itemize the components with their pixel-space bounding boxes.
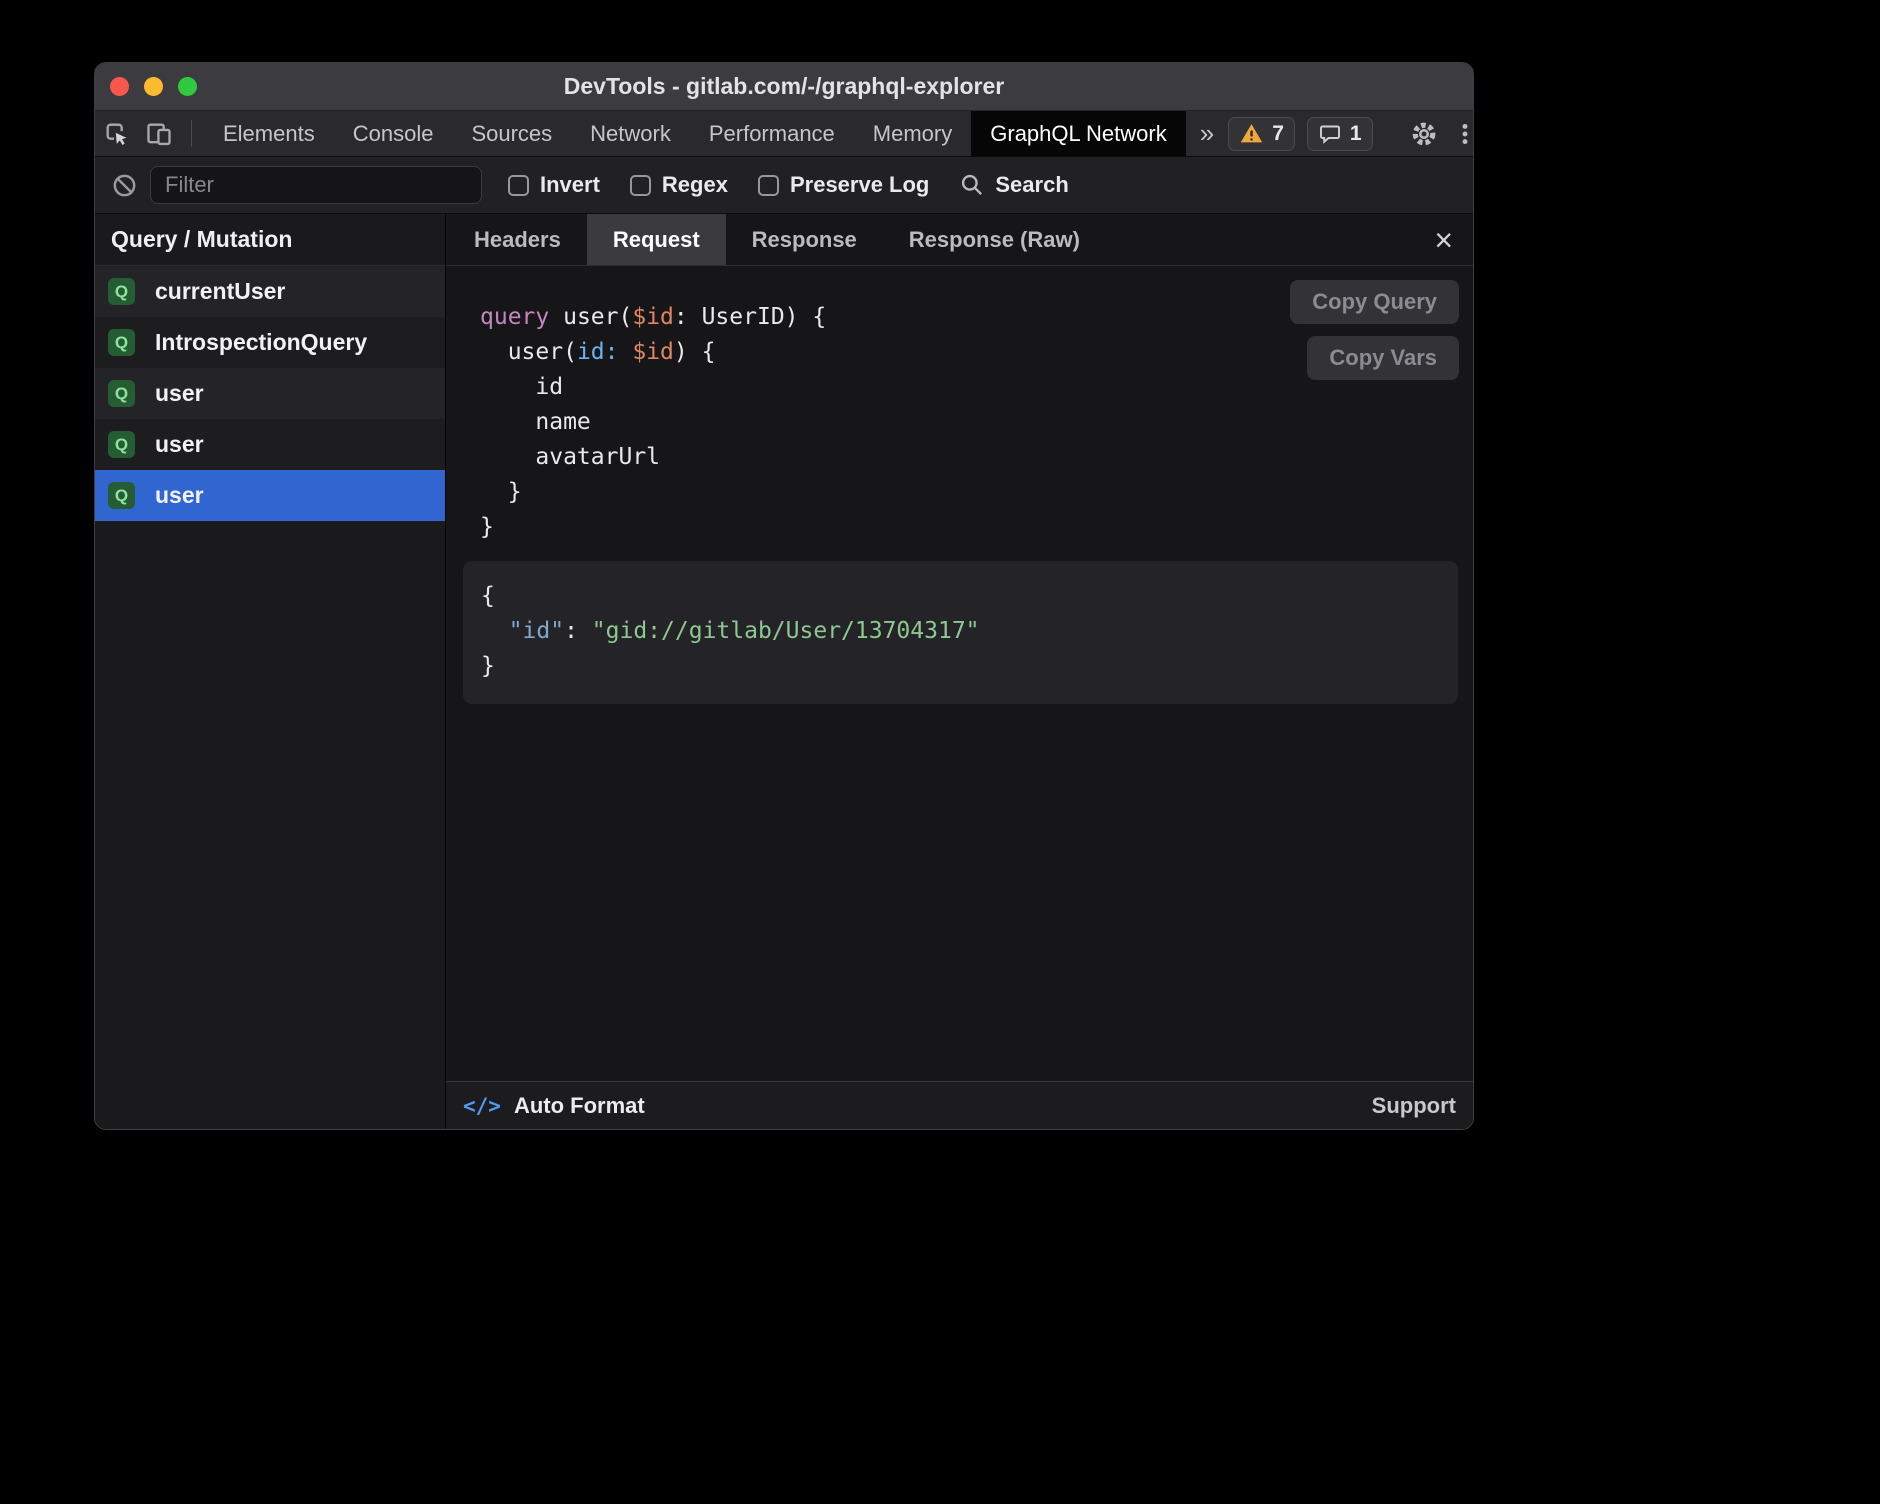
detail-panel: HeadersRequestResponseResponse (Raw) × C… <box>446 214 1473 1129</box>
tab-elements[interactable]: Elements <box>204 111 334 156</box>
request-view: Copy Query Copy Vars query user($id: Use… <box>446 266 1473 1081</box>
query-name: user <box>155 431 204 458</box>
query-sidebar: Query / Mutation QcurrentUserQIntrospect… <box>95 214 446 1129</box>
window-titlebar: DevTools - gitlab.com/-/graphql-explorer <box>95 63 1473 111</box>
copy-vars-button[interactable]: Copy Vars <box>1307 336 1459 380</box>
window-title: DevTools - gitlab.com/-/graphql-explorer <box>95 73 1473 100</box>
code-line: name <box>480 405 1458 440</box>
warning-count: 7 <box>1272 122 1284 146</box>
close-panel-icon[interactable]: × <box>1434 224 1453 256</box>
fullscreen-window-button[interactable] <box>178 77 197 96</box>
code-line: } <box>480 510 1458 545</box>
issues-badge[interactable]: 1 <box>1307 117 1373 151</box>
kebab-menu-icon[interactable] <box>1451 120 1474 148</box>
warning-triangle-icon <box>1239 122 1264 145</box>
query-list-item-3[interactable]: Quser <box>95 419 445 470</box>
checkbox-label-regex: Regex <box>662 172 728 198</box>
search-label: Search <box>995 172 1068 198</box>
minimize-window-button[interactable] <box>144 77 163 96</box>
search-control[interactable]: Search <box>959 172 1068 198</box>
query-name: IntrospectionQuery <box>155 329 367 356</box>
settings-gear-icon[interactable] <box>1409 119 1439 149</box>
copy-query-button[interactable]: Copy Query <box>1290 280 1459 324</box>
traffic-lights <box>110 63 197 110</box>
message-bubble-icon <box>1318 122 1342 146</box>
block-icon[interactable] <box>111 172 138 199</box>
copy-buttons: Copy Query Copy Vars <box>1290 280 1459 380</box>
detail-footer: </> Auto Format Support <box>446 1081 1473 1129</box>
query-name: user <box>155 482 204 509</box>
checkbox-preserve-log[interactable] <box>758 175 779 196</box>
main-split: Query / Mutation QcurrentUserQIntrospect… <box>95 214 1473 1129</box>
inspect-element-icon[interactable] <box>103 120 131 148</box>
detail-tab-response-raw[interactable]: Response (Raw) <box>883 214 1106 265</box>
tab-sources[interactable]: Sources <box>452 111 571 156</box>
toolbar-divider <box>191 120 192 147</box>
close-window-button[interactable] <box>110 77 129 96</box>
device-toolbar-icon[interactable] <box>145 120 173 148</box>
query-list: QcurrentUserQIntrospectionQueryQuserQuse… <box>95 266 445 1129</box>
filter-input[interactable] <box>150 166 482 204</box>
code-line: } <box>480 475 1458 510</box>
query-type-badge: Q <box>108 380 135 407</box>
tab-console[interactable]: Console <box>334 111 453 156</box>
tab-network[interactable]: Network <box>571 111 690 156</box>
filter-checkboxes: Invert Regex Preserve Log <box>508 172 929 198</box>
detail-tab-request[interactable]: Request <box>587 214 726 265</box>
query-name: user <box>155 380 204 407</box>
filter-bar: Invert Regex Preserve Log Search <box>95 157 1473 214</box>
request-variables-code: { "id": "gid://gitlab/User/13704317"} <box>481 579 1440 684</box>
code-line: "id": "gid://gitlab/User/13704317" <box>481 614 1440 649</box>
checkbox-group-invert[interactable]: Invert <box>508 172 600 198</box>
detail-tabs-row: HeadersRequestResponseResponse (Raw) × <box>446 214 1473 266</box>
detail-tab-response[interactable]: Response <box>726 214 883 265</box>
message-count: 1 <box>1350 122 1362 146</box>
query-list-item-1[interactable]: Q IntrospectionQuery <box>95 317 445 368</box>
query-name: currentUser <box>155 278 285 305</box>
tab-graphql-network[interactable]: GraphQL Network <box>971 111 1185 156</box>
code-line: } <box>481 649 1440 684</box>
query-type-badge: Q <box>108 482 135 509</box>
checkbox-label-preserve-log: Preserve Log <box>790 172 929 198</box>
code-line: avatarUrl <box>480 440 1458 475</box>
checkbox-group-preserve-log[interactable]: Preserve Log <box>758 172 929 198</box>
devtools-tabs: ElementsConsoleSourcesNetworkPerformance… <box>204 111 1186 156</box>
detail-tab-headers[interactable]: Headers <box>448 214 587 265</box>
toolbar-left-icons <box>95 111 204 156</box>
query-type-badge: Q <box>108 329 135 356</box>
request-variables-box: { "id": "gid://gitlab/User/13704317"} <box>463 561 1458 704</box>
checkbox-invert[interactable] <box>508 175 529 196</box>
query-list-item-2[interactable]: Quser <box>95 368 445 419</box>
checkbox-label-invert: Invert <box>540 172 600 198</box>
checkbox-group-regex[interactable]: Regex <box>630 172 728 198</box>
devtools-window: DevTools - gitlab.com/-/graphql-explorer… <box>94 62 1474 1130</box>
checkbox-regex[interactable] <box>630 175 651 196</box>
query-list-item-4[interactable]: Quser <box>95 470 445 521</box>
auto-format-icon[interactable]: </> <box>463 1094 501 1118</box>
warnings-badge[interactable]: 7 <box>1228 117 1295 151</box>
query-list-item-0[interactable]: QcurrentUser <box>95 266 445 317</box>
query-type-badge: Q <box>108 431 135 458</box>
more-tabs-button[interactable]: » <box>1186 111 1228 156</box>
auto-format-label[interactable]: Auto Format <box>514 1093 645 1119</box>
tab-memory[interactable]: Memory <box>854 111 971 156</box>
devtools-toolbar: ElementsConsoleSourcesNetworkPerformance… <box>95 111 1473 157</box>
search-icon <box>959 172 985 198</box>
toolbar-right-icons: 7 1 <box>1228 111 1474 156</box>
tab-performance[interactable]: Performance <box>690 111 854 156</box>
query-type-badge: Q <box>108 278 135 305</box>
detail-tabs: HeadersRequestResponseResponse (Raw) <box>448 214 1106 265</box>
support-link[interactable]: Support <box>1372 1093 1456 1119</box>
code-line: { <box>481 579 1440 614</box>
sidebar-header: Query / Mutation <box>95 214 445 266</box>
